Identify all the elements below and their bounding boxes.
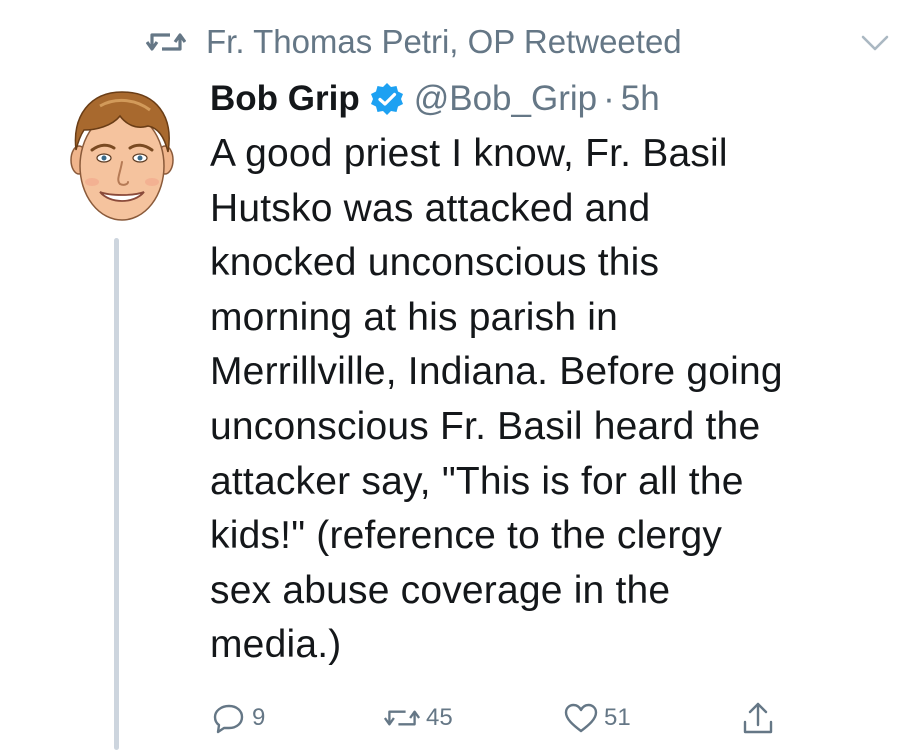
like-count: 51 — [604, 704, 631, 731]
retweet-button[interactable]: 45 — [384, 700, 453, 736]
thread-line — [114, 238, 119, 750]
verified-badge-icon — [370, 83, 403, 115]
share-button[interactable] — [742, 700, 774, 736]
separator-dot: · — [603, 79, 615, 118]
timestamp[interactable]: 5h — [621, 79, 660, 119]
chevron-down-icon[interactable] — [860, 32, 890, 54]
retweeter-text[interactable]: Fr. Thomas Petri, OP Retweeted — [206, 23, 682, 61]
reply-count: 9 — [252, 704, 266, 731]
retweet-count: 45 — [426, 704, 453, 731]
avatar[interactable] — [70, 86, 174, 226]
display-name[interactable]: Bob Grip — [210, 79, 360, 119]
handle[interactable]: @Bob_Grip — [414, 79, 597, 119]
reply-icon — [213, 704, 244, 734]
retweet-context: Fr. Thomas Petri, OP Retweeted — [146, 22, 682, 62]
heart-icon — [564, 703, 598, 733]
tweet-text: A good priest I know, Fr. Basil Hutsko w… — [210, 132, 783, 667]
reply-button[interactable]: 9 — [212, 700, 265, 736]
retweet-icon — [146, 33, 186, 51]
share-icon — [743, 702, 773, 734]
retweet-icon — [384, 710, 420, 726]
tweet-header: Bob Grip @Bob_Grip · 5h — [210, 74, 660, 124]
like-button[interactable]: 51 — [564, 700, 631, 736]
